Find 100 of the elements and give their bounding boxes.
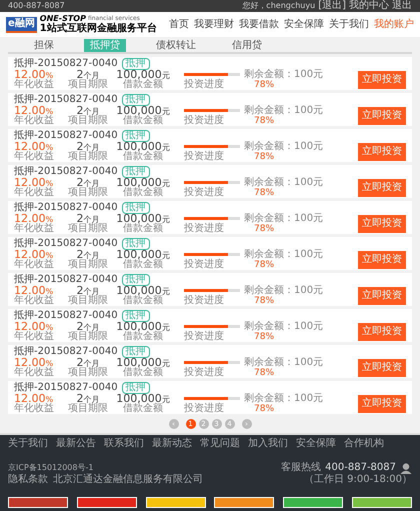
remaining-amount: 剩余金额：100元 (244, 214, 324, 224)
progress-percent: 78% (254, 260, 274, 270)
loan-amount: 100,000元 (116, 357, 170, 368)
loan-title: 抵押-20150827-0040 (14, 382, 118, 392)
invest-button[interactable]: 立即投资 (358, 286, 406, 304)
category-tab[interactable]: 信用贷 (226, 39, 268, 52)
stat-label: 借款金额 (123, 404, 163, 414)
hotline-number: 400-887-8087 (325, 462, 396, 472)
loan-amount: 100,000元 (116, 141, 170, 152)
slogan-title: ONE-STOP (40, 15, 86, 23)
loan-amount: 100,000元 (116, 249, 170, 260)
loan-term: 2个月 (76, 177, 100, 188)
loan-title: 抵押-20150827-0040 (14, 202, 118, 212)
loan-amount: 100,000元 (116, 105, 170, 116)
loan-amount: 100,000元 (116, 285, 170, 296)
loan-term: 2个月 (76, 69, 100, 80)
loan-amount: 100,000元 (116, 321, 170, 332)
invest-button[interactable]: 立即投资 (358, 142, 406, 160)
footer-link[interactable]: 关于我们 (8, 439, 48, 449)
progress-label: 投资进度 (184, 260, 224, 270)
invest-button[interactable]: 立即投资 (358, 106, 406, 124)
stat-label: 项目期限 (68, 80, 108, 90)
invest-button[interactable]: 立即投资 (358, 214, 406, 232)
stat-label: 项目期限 (68, 152, 108, 162)
footer-link[interactable]: 常见问题 (200, 439, 240, 449)
stat-label: 借款金额 (123, 80, 163, 90)
loan-term: 2个月 (76, 105, 100, 116)
progress-label: 投资进度 (184, 188, 224, 198)
interest-rate: 12.00% (14, 69, 54, 80)
top-link[interactable]: 退出 (392, 1, 412, 11)
stat-label: 项目期限 (68, 188, 108, 198)
stat-label: 项目期限 (68, 404, 108, 414)
nav-link[interactable]: 我的账户 (374, 20, 414, 30)
top-link[interactable]: [退出] (318, 1, 346, 11)
stat-label: 项目期限 (68, 332, 108, 342)
nav-link[interactable]: 我要借款 (239, 20, 279, 30)
nav-link[interactable]: 我要理财 (194, 20, 234, 30)
invest-button[interactable]: 立即投资 (358, 358, 406, 376)
remaining-amount: 剩余金额：100元 (244, 70, 324, 80)
stat-label: 项目期限 (68, 368, 108, 378)
invest-button[interactable]: 立即投资 (358, 178, 406, 196)
progress-percent: 78% (254, 404, 274, 414)
stat-label: 借款金额 (123, 152, 163, 162)
loan-term: 2个月 (76, 213, 100, 224)
stat-label: 年化收益 (14, 368, 55, 378)
progress-label: 投资进度 (184, 80, 224, 90)
nav-link[interactable]: 首页 (169, 20, 189, 30)
stat-label: 项目期限 (68, 116, 108, 126)
hotline-label: 客服热线 (281, 462, 322, 472)
stat-label: 借款金额 (123, 332, 163, 342)
stat-label: 年化收益 (14, 116, 55, 126)
stat-label: 年化收益 (14, 224, 55, 234)
loan-term: 2个月 (76, 393, 100, 404)
footer-link[interactable]: 安全保障 (296, 439, 336, 449)
invest-button[interactable]: 立即投资 (358, 394, 406, 412)
site-logo[interactable]: e融网 (6, 16, 37, 32)
remaining-amount: 剩余金额：100元 (244, 358, 324, 368)
footer-link[interactable]: 最新动态 (152, 439, 192, 449)
loan-title: 抵押-20150827-0040 (14, 166, 118, 176)
remaining-amount: 剩余金额：100元 (244, 142, 324, 152)
loan-amount: 100,000元 (116, 393, 170, 404)
stat-label: 借款金额 (123, 224, 163, 234)
footer-link[interactable]: 加入我们 (248, 439, 288, 449)
stat-label: 年化收益 (14, 80, 55, 90)
category-tab[interactable]: 担保 (28, 39, 60, 52)
remaining-amount: 剩余金额：100元 (244, 322, 324, 332)
progress-percent: 78% (254, 332, 274, 342)
progress-label: 投资进度 (184, 116, 224, 126)
footer-link[interactable]: 联系我们 (104, 439, 144, 449)
nav-link[interactable]: 安全保障 (284, 20, 324, 30)
loan-amount: 100,000元 (116, 177, 170, 188)
top-link[interactable]: 您好，chengchuyu (242, 2, 316, 10)
loan-title: 抵押-20150827-0040 (14, 58, 118, 68)
stat-label: 年化收益 (14, 188, 55, 198)
category-tab[interactable]: 债权转让 (150, 39, 202, 52)
footer-link[interactable]: 隐私条款 (8, 474, 48, 484)
stat-label: 年化收益 (14, 260, 55, 270)
loan-title: 抵押-20150827-0040 (14, 238, 118, 248)
nav-link[interactable]: 关于我们 (329, 20, 369, 30)
progress-percent: 78% (254, 368, 274, 378)
invest-button[interactable]: 立即投资 (358, 70, 406, 88)
interest-rate: 12.00% (14, 393, 54, 404)
invest-button[interactable]: 立即投资 (358, 250, 406, 268)
interest-rate: 12.00% (14, 141, 54, 152)
loan-title: 抵押-20150827-0040 (14, 274, 118, 284)
footer-link[interactable]: 合作机构 (344, 439, 384, 449)
stat-label: 项目期限 (68, 260, 108, 270)
loan-term: 2个月 (76, 141, 100, 152)
stat-label: 年化收益 (14, 152, 55, 162)
interest-rate: 12.00% (14, 285, 54, 296)
progress-label: 投资进度 (184, 332, 224, 342)
progress-label: 投资进度 (184, 368, 224, 378)
stat-label: 年化收益 (14, 332, 55, 342)
footer-link[interactable]: 最新公告 (56, 439, 96, 449)
loan-title: 抵押-20150827-0040 (14, 310, 118, 320)
footer-link[interactable]: 北京汇通达金融信息服务有限公司 (53, 474, 203, 484)
progress-label: 投资进度 (184, 224, 224, 234)
remaining-amount: 剩余金额：100元 (244, 250, 324, 260)
progress-percent: 78% (254, 224, 274, 234)
invest-button[interactable]: 立即投资 (358, 322, 406, 340)
